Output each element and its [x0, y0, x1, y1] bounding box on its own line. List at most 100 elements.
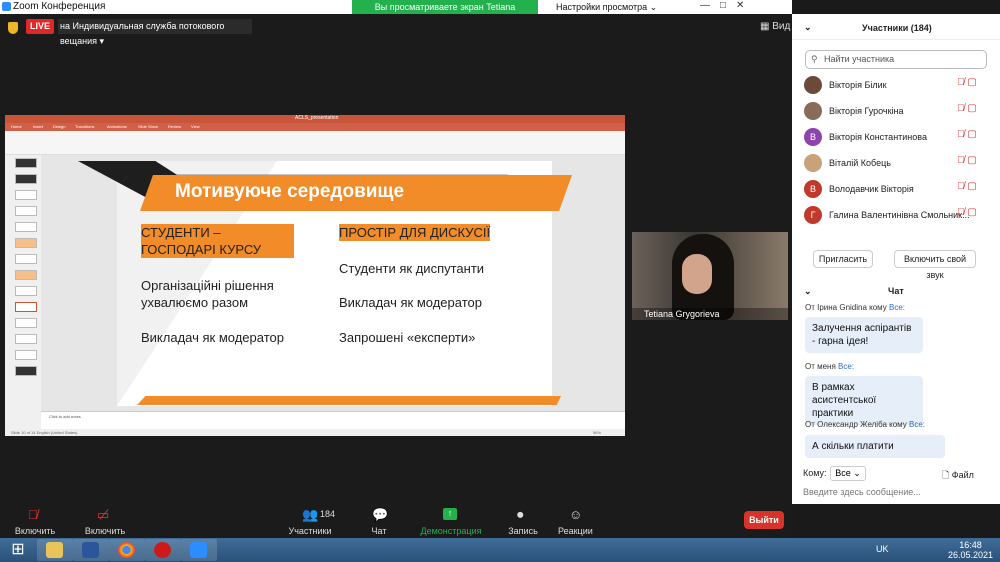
chat-message-meta: От меня Все:	[805, 362, 855, 371]
avatar: В	[804, 128, 822, 146]
ppt-tab[interactable]: Insert	[33, 124, 43, 129]
slide-thumbnail[interactable]	[15, 174, 37, 184]
slide-thumbnail[interactable]	[15, 254, 37, 264]
view-options-menu[interactable]: Настройки просмотра ⌄	[556, 0, 657, 14]
chat-icon[interactable]: 💬	[372, 507, 388, 523]
ppt-tab[interactable]: Design	[53, 124, 65, 129]
participant-name: Віталій Кобець	[829, 158, 891, 168]
ppt-tab[interactable]: Animations	[107, 124, 127, 129]
mic-muted-icon: 🎙̸ ▢	[957, 207, 977, 218]
slide-thumbnail[interactable]	[15, 238, 37, 248]
record-icon[interactable]: ⏺	[517, 507, 524, 523]
leave-button[interactable]: Выйти	[744, 511, 784, 529]
mic-muted-icon: 🎙̸ ▢	[957, 129, 977, 140]
record-button[interactable]: Запись	[507, 526, 539, 536]
webcam-video[interactable]: Tetiana Grygorieva	[632, 232, 788, 320]
slide-title: Мотивуюче середовище	[175, 181, 405, 202]
window-title: Zoom Конференция	[13, 1, 106, 12]
slide-thumbnail[interactable]	[15, 286, 37, 296]
avatar	[804, 76, 822, 94]
ppt-tab[interactable]: Transitions	[75, 124, 94, 129]
left-heading: СТУДЕНТИ – ГОСПОДАРІ КУРСУ	[141, 224, 294, 258]
video-off-icon[interactable]: ▭̸	[97, 507, 109, 523]
participant-search-input[interactable]: ⚲ Найти участника	[805, 50, 987, 69]
ppt-titlebar: ACLS_presentation	[5, 115, 625, 123]
search-placeholder: Найти участника	[824, 54, 895, 64]
taskbar-word[interactable]	[73, 539, 109, 561]
taskbar-chrome[interactable]	[109, 539, 145, 561]
mic-muted-icon: 🎙̸ ▢	[957, 103, 977, 114]
slide-thumbnail[interactable]	[15, 206, 37, 216]
zoom-icon	[190, 542, 207, 558]
unmute-self-button[interactable]: Включить свой звук	[894, 250, 976, 280]
participants-icon[interactable]: 👥	[302, 507, 318, 523]
participants-button[interactable]: Участники	[288, 526, 332, 536]
ppt-tab[interactable]: View	[191, 124, 200, 129]
taskbar-opera[interactable]	[145, 539, 181, 561]
taskbar-zoom[interactable]	[181, 539, 217, 561]
slide-thumbnail[interactable]	[15, 350, 37, 360]
chat-header: ⌄ Чат	[792, 283, 1000, 299]
reactions-button[interactable]: Реакции	[558, 526, 593, 536]
ppt-tab[interactable]: Slide Show	[138, 124, 158, 129]
right-item: Викладач як модератор	[339, 295, 482, 310]
chat-message: В рамках асистентської практики	[805, 376, 923, 425]
system-clock[interactable]: 16:48 26.05.2021	[948, 540, 993, 560]
chat-message-input[interactable]: Введите здесь сообщение...	[803, 487, 921, 497]
ppt-tab[interactable]: Review	[168, 124, 181, 129]
ppt-tab[interactable]: Home	[11, 124, 22, 129]
right-item: Студенти як диспутанти	[339, 261, 485, 276]
participant-row[interactable]: Г Галина Валентинівна Смольник... 🎙̸ ▢	[792, 202, 992, 228]
chat-file-button[interactable]: 🗋 Файл	[942, 468, 974, 484]
mic-muted-icon[interactable]: 🎙̸	[28, 507, 38, 522]
chat-message: А скільки платити	[805, 435, 945, 458]
chevron-down-icon[interactable]: ⌄	[804, 22, 812, 33]
shield-icon[interactable]	[8, 22, 18, 34]
view-button[interactable]: ▦ Вид	[760, 21, 790, 32]
taskbar-explorer[interactable]	[37, 539, 73, 561]
participant-name: Володавчик Вікторія	[829, 184, 914, 194]
slide-thumbnail[interactable]	[15, 334, 37, 344]
chat-title: Чат	[888, 286, 904, 296]
ppt-notes-pane[interactable]: Click to add notes	[41, 411, 625, 429]
right-heading: ПРОСТІР ДЛЯ ДИСКУСІЇ	[339, 224, 491, 241]
word-icon	[82, 542, 99, 558]
ppt-zoom-level[interactable]: 96%	[593, 430, 601, 435]
slide-thumbnail[interactable]	[15, 158, 37, 168]
close-button[interactable]: ✕	[736, 0, 754, 11]
keyboard-language[interactable]: UK	[876, 544, 889, 554]
participant-row[interactable]: Вікторія Гурочкіна 🎙̸ ▢	[792, 98, 992, 124]
chevron-down-icon[interactable]: ⌄	[804, 286, 812, 297]
slide-thumbnail[interactable]	[15, 190, 37, 200]
window-controls[interactable]: —□✕	[700, 0, 754, 11]
webcam-name-label: Tetiana Grygorieva	[632, 308, 788, 320]
mic-muted-icon: 🎙̸ ▢	[957, 155, 977, 166]
participant-row[interactable]: В Вікторія Константинова 🎙̸ ▢	[792, 124, 992, 150]
invite-button[interactable]: Пригласить	[813, 250, 873, 268]
slide-thumbnail-active[interactable]	[15, 302, 37, 312]
reactions-icon[interactable]: ☺	[569, 507, 582, 522]
slide-thumbnail[interactable]	[15, 222, 37, 232]
maximize-button[interactable]: □	[720, 0, 736, 11]
live-badge[interactable]: LIVE	[26, 19, 54, 34]
ppt-ribbon-tabs: Home Insert Design Transitions Animation…	[5, 123, 625, 131]
chat-message-meta: От Ірина Gnidina кому Все:	[805, 303, 906, 312]
live-destination-dropdown[interactable]: на Индивидуальная служба потокового веща…	[58, 19, 252, 46]
windows-start-icon[interactable]: ⊞	[4, 538, 32, 562]
participant-row[interactable]: Віталій Кобець 🎙̸ ▢	[792, 150, 992, 176]
participant-name: Вікторія Гурочкіна	[829, 106, 904, 116]
chat-recipient-select[interactable]: Все ⌄	[830, 466, 866, 481]
share-screen-icon[interactable]: ↑	[443, 508, 457, 520]
ppt-slide-thumbnails[interactable]	[5, 155, 41, 429]
chat-button[interactable]: Чат	[368, 526, 390, 536]
zoom-app-icon	[2, 2, 11, 11]
chat-message: Залучення аспірантів - гарна ідея!	[805, 317, 923, 353]
minimize-button[interactable]: —	[700, 0, 720, 11]
slide-thumbnail[interactable]	[15, 366, 37, 376]
participant-row[interactable]: Вікторія Білик 🎙̸ ▢	[792, 72, 992, 98]
slide-thumbnail[interactable]	[15, 318, 37, 328]
folder-icon	[46, 542, 63, 558]
participant-name: Вікторія Константинова	[829, 132, 927, 142]
participant-row[interactable]: В Володавчик Вікторія 🎙̸ ▢	[792, 176, 992, 202]
slide-thumbnail[interactable]	[15, 270, 37, 280]
